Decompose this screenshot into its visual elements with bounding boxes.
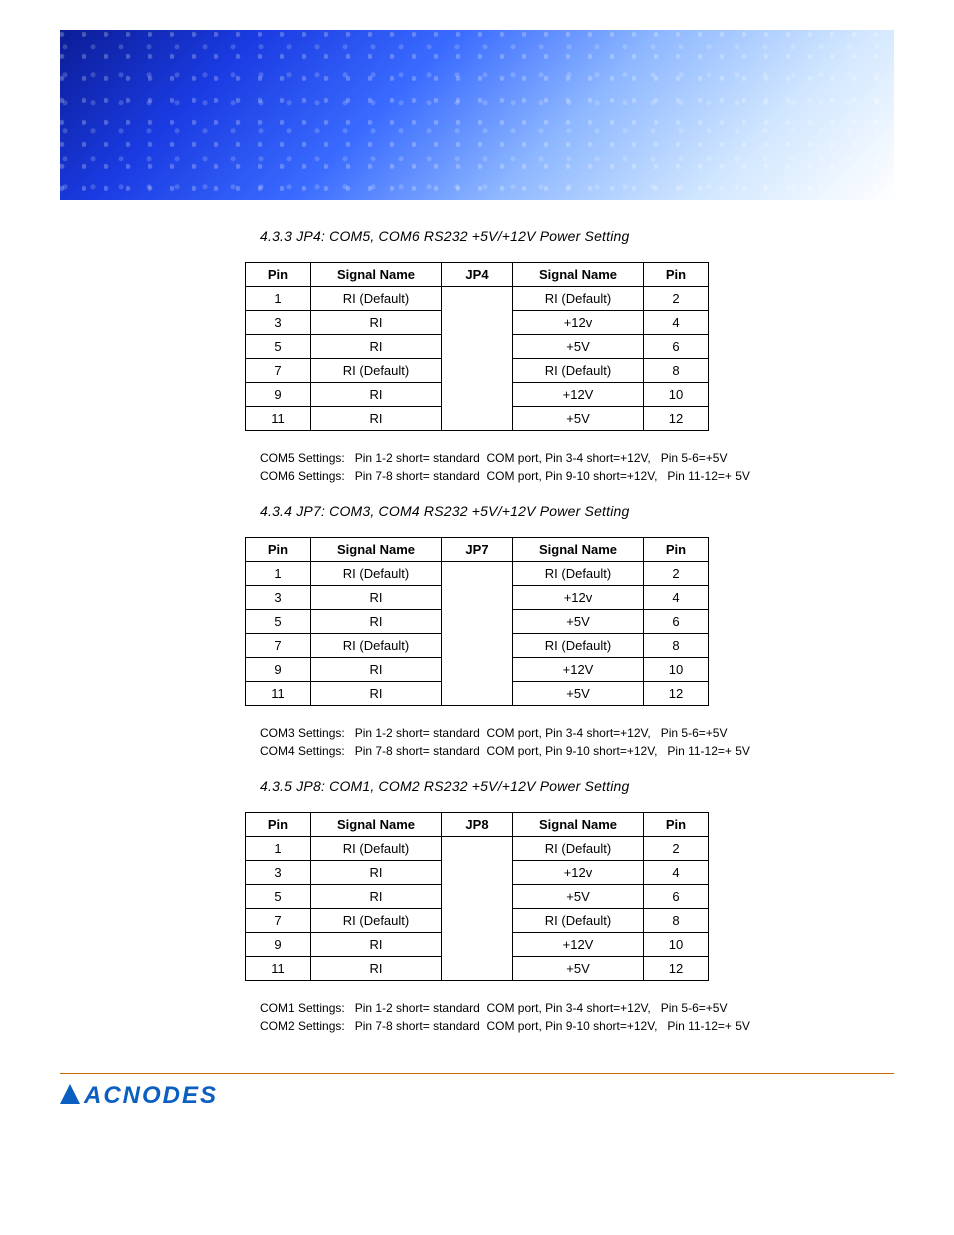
jumper-spacer bbox=[442, 287, 513, 431]
table-header-row: Pin Signal Name JP8 Signal Name Pin bbox=[246, 813, 709, 837]
col-signal-right: Signal Name bbox=[513, 263, 644, 287]
pin-table-jp8: Pin Signal Name JP8 Signal Name Pin 1 RI… bbox=[245, 812, 709, 981]
jumper-spacer bbox=[442, 837, 513, 981]
table-row: 1 RI (Default) RI (Default) 2 bbox=[246, 287, 709, 311]
banner-texture bbox=[60, 30, 894, 200]
table-header-row: Pin Signal Name JP4 Signal Name Pin bbox=[246, 263, 709, 287]
table-row: 1 RI (Default) RI (Default) 2 bbox=[246, 562, 709, 586]
section-title-433: 4.3.3 JP4: COM5, COM6 RS232 +5V/+12V Pow… bbox=[260, 228, 894, 244]
header-banner-image bbox=[60, 30, 894, 200]
settings-notes-434: COM3 Settings: Pin 1-2 short= standard C… bbox=[260, 724, 894, 760]
pin-table-jp4: Pin Signal Name JP4 Signal Name Pin 1 RI… bbox=[245, 262, 709, 431]
settings-notes-435: COM1 Settings: Pin 1-2 short= standard C… bbox=[260, 999, 894, 1035]
jumper-spacer bbox=[442, 562, 513, 706]
brand-mark-icon bbox=[60, 1084, 80, 1104]
table-row: 1 RI (Default) RI (Default) 2 bbox=[246, 837, 709, 861]
table-header-row: Pin Signal Name JP7 Signal Name Pin bbox=[246, 538, 709, 562]
section-title-435: 4.3.5 JP8: COM1, COM2 RS232 +5V/+12V Pow… bbox=[260, 778, 894, 794]
section-title-434: 4.3.4 JP7: COM3, COM4 RS232 +5V/+12V Pow… bbox=[260, 503, 894, 519]
col-jumper: JP4 bbox=[442, 263, 513, 287]
brand-logo: ACNODES bbox=[60, 1082, 894, 1110]
signal-right: RI (Default) bbox=[513, 287, 644, 311]
brand-name: ACNODES bbox=[84, 1082, 218, 1110]
pin-left: 1 bbox=[246, 287, 311, 311]
col-signal-left: Signal Name bbox=[311, 263, 442, 287]
col-pin-right: Pin bbox=[644, 263, 709, 287]
document-page: 4.3.3 JP4: COM5, COM6 RS232 +5V/+12V Pow… bbox=[0, 0, 954, 1150]
footer-rule bbox=[60, 1073, 894, 1074]
settings-notes-433: COM5 Settings: Pin 1-2 short= standard C… bbox=[260, 449, 894, 485]
signal-left: RI (Default) bbox=[311, 287, 442, 311]
pin-table-jp7: Pin Signal Name JP7 Signal Name Pin 1 RI… bbox=[245, 537, 709, 706]
col-pin-left: Pin bbox=[246, 263, 311, 287]
pin-right: 2 bbox=[644, 287, 709, 311]
